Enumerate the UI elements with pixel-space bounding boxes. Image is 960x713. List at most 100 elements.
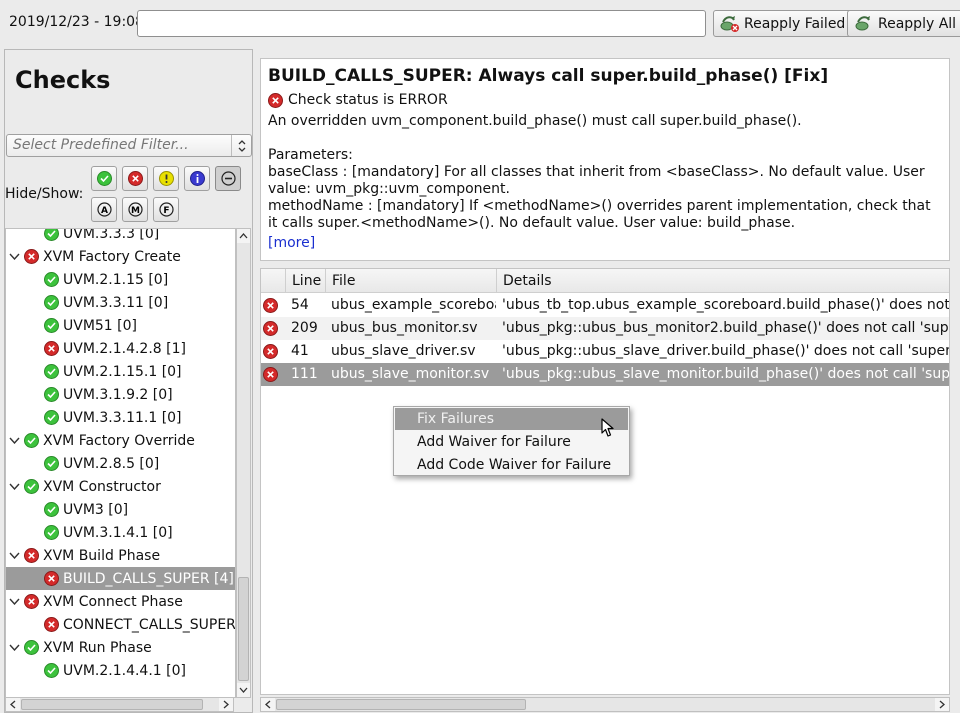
table-row[interactable]: 41 ubus_slave_driver.sv 'ubus_pkg::ubus_sl… xyxy=(261,340,949,363)
pass-icon xyxy=(44,387,59,402)
svg-text:F: F xyxy=(163,206,169,216)
svg-text:A: A xyxy=(101,206,108,216)
expander[interactable] xyxy=(8,483,20,490)
tree-item-label: XVM Build Phase xyxy=(43,547,161,564)
collapse-chevron-icon[interactable] xyxy=(8,483,20,490)
show-error-toggle[interactable] xyxy=(122,166,148,191)
tree-check-row[interactable]: UVM.2.1.4.4.1 [0] xyxy=(6,659,235,682)
collapse-chevron-icon[interactable] xyxy=(8,552,20,559)
scroll-up-icon[interactable] xyxy=(237,229,250,243)
table-horizontal-scrollbar[interactable] xyxy=(260,697,950,712)
column-header-details[interactable]: Details xyxy=(496,269,949,293)
error-icon xyxy=(263,344,278,359)
more-link[interactable]: [more] xyxy=(268,235,942,251)
checks-tree[interactable]: UVM.3.3.3 [0] XVM Factory Create UVM.2.1.1… xyxy=(5,228,236,698)
expander[interactable] xyxy=(8,644,20,651)
tree-check-row[interactable]: UVM.3.1.4.1 [0] xyxy=(6,521,235,544)
tree-item-label: BUILD_CALLS_SUPER [4] xyxy=(63,570,234,587)
error-icon xyxy=(263,321,278,336)
details-cell: 'ubus_tb_top.ubus_example_scoreboard.bui… xyxy=(502,297,950,313)
scroll-right-icon[interactable] xyxy=(935,698,949,711)
tree-group-row[interactable]: XVM Factory Create xyxy=(6,245,235,268)
expander[interactable] xyxy=(8,437,20,444)
table-row[interactable]: 209 ubus_bus_monitor.sv 'ubus_pkg::ubus_bu… xyxy=(261,317,949,340)
tree-group-row[interactable]: XVM Connect Phase xyxy=(6,590,235,613)
pass-icon xyxy=(44,295,59,310)
predefined-filter-select[interactable]: Select Predefined Filter... xyxy=(6,134,252,157)
tree-item-label: XVM Factory Override xyxy=(43,432,195,449)
tree-item-label: UVM.3.1.9.2 [0] xyxy=(63,386,173,403)
menu-item-add-code-waiver[interactable]: Add Code Waiver for Failure xyxy=(395,454,628,476)
pass-icon xyxy=(44,272,59,287)
table-row[interactable]: 111 ubus_slave_monitor.sv 'ubus_pkg::ubus_… xyxy=(261,363,949,386)
show-pass-toggle[interactable] xyxy=(91,166,117,191)
tree-item-label: UVM.3.1.4.1 [0] xyxy=(63,524,173,541)
tree-check-row[interactable]: BUILD_CALLS_SUPER [4] xyxy=(6,567,235,590)
tree-check-row[interactable]: UVM.2.8.5 [0] xyxy=(6,452,235,475)
tree-vertical-thumb[interactable] xyxy=(238,577,249,681)
tree-group-row[interactable]: XVM Constructor xyxy=(6,475,235,498)
column-header-file[interactable]: File xyxy=(325,269,496,293)
show-warning-toggle[interactable] xyxy=(153,166,179,191)
expander[interactable] xyxy=(8,253,20,260)
error-icon xyxy=(24,594,39,609)
scroll-left-icon[interactable] xyxy=(261,698,275,711)
scroll-right-icon[interactable] xyxy=(219,698,233,711)
tree-item-label: CONNECT_CALLS_SUPER xyxy=(63,616,235,633)
tree-check-row[interactable]: UVM.2.1.15.1 [0] xyxy=(6,360,235,383)
pass-icon xyxy=(44,456,59,471)
scroll-down-icon[interactable] xyxy=(237,683,250,697)
line-cell: 54 xyxy=(291,297,309,313)
collapse-chevron-icon[interactable] xyxy=(8,598,20,605)
reapply-all-label: Reapply All xyxy=(878,15,957,32)
svg-text:M: M xyxy=(131,206,140,216)
expander[interactable] xyxy=(8,598,20,605)
tree-check-row[interactable]: UVM.3.3.11.1 [0] xyxy=(6,406,235,429)
tree-check-row[interactable]: UVM.2.1.15 [0] xyxy=(6,268,235,291)
tree-check-row[interactable]: UVM.2.1.4.2.8 [1] xyxy=(6,337,235,360)
pass-icon xyxy=(44,410,59,425)
parameter-baseclass: baseClass : [mandatory] For all classes … xyxy=(268,164,925,197)
column-header-line[interactable]: Line xyxy=(285,269,325,293)
checks-title: Checks xyxy=(15,66,111,94)
menu-item-fix-failures[interactable]: Fix Failures xyxy=(395,408,628,430)
pass-icon xyxy=(44,364,59,379)
tree-group-row[interactable]: XVM Factory Override xyxy=(6,429,235,452)
tree-group-row[interactable]: XVM Build Phase xyxy=(6,544,235,567)
tree-check-row[interactable]: UVM.3.1.9.2 [0] xyxy=(6,383,235,406)
tree-item-label: UVM.3.3.11.1 [0] xyxy=(63,409,182,426)
menu-item-add-waiver[interactable]: Add Waiver for Failure xyxy=(395,431,628,453)
tree-horizontal-scrollbar[interactable] xyxy=(5,697,234,712)
collapse-chevron-icon[interactable] xyxy=(8,437,20,444)
results-table[interactable]: Line File Details 54 ubus_example_scorebo… xyxy=(260,268,950,695)
tree-check-row[interactable]: UVM3 [0] xyxy=(6,498,235,521)
tree-vertical-scrollbar[interactable] xyxy=(236,228,251,698)
collapse-chevron-icon[interactable] xyxy=(8,644,20,651)
table-horizontal-thumb[interactable] xyxy=(276,699,526,710)
tree-item-label: UVM.2.1.15.1 [0] xyxy=(63,363,182,380)
tree-check-row[interactable]: CONNECT_CALLS_SUPER xyxy=(6,613,235,636)
file-cell: ubus_bus_monitor.sv xyxy=(331,320,478,336)
tree-check-row[interactable]: UVM.3.3.3 [0] xyxy=(6,229,235,245)
updown-arrows-icon xyxy=(231,135,251,156)
tree-check-row[interactable]: UVM51 [0] xyxy=(6,314,235,337)
hide-toggle[interactable] xyxy=(215,166,241,191)
show-info-toggle[interactable] xyxy=(184,166,210,191)
scroll-left-icon[interactable] xyxy=(6,698,20,711)
show-f-toggle[interactable]: F xyxy=(153,197,179,222)
status-input[interactable] xyxy=(137,10,706,37)
collapse-chevron-icon[interactable] xyxy=(8,253,20,260)
table-row[interactable]: 54 ubus_example_scoreboard.sv 'ubus_tb_top… xyxy=(261,294,949,317)
tree-item-label: UVM.3.3.11 [0] xyxy=(63,294,169,311)
file-cell: ubus_slave_driver.sv xyxy=(331,343,476,359)
tree-horizontal-thumb[interactable] xyxy=(21,699,203,710)
reapply-all-button[interactable]: Reapply All xyxy=(847,10,960,37)
show-m-toggle[interactable]: M xyxy=(122,197,148,222)
context-menu: Fix Failures Add Waiver for Failure Add … xyxy=(393,406,630,476)
expander[interactable] xyxy=(8,552,20,559)
tree-check-row[interactable]: UVM.3.3.11 [0] xyxy=(6,291,235,314)
row-status-cell xyxy=(261,317,285,340)
reapply-failed-button[interactable]: Reapply Failed xyxy=(713,10,853,37)
show-a-toggle[interactable]: A xyxy=(91,197,117,222)
tree-group-row[interactable]: XVM Run Phase xyxy=(6,636,235,659)
